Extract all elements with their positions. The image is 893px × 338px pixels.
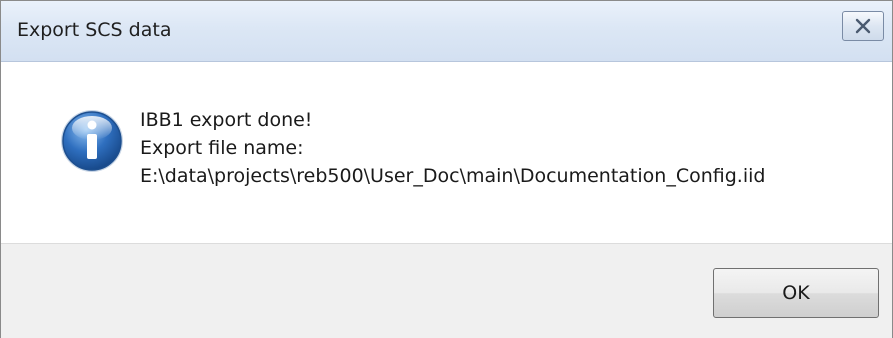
window-title: Export SCS data: [17, 19, 172, 41]
close-button[interactable]: [842, 11, 884, 41]
export-dialog: Export SCS data IBB1 export done! Export…: [0, 0, 893, 338]
ok-button[interactable]: OK: [713, 268, 879, 318]
info-icon: [59, 108, 125, 174]
message-line-label: Export file name:: [140, 137, 304, 159]
message-line-path: E:\data\projects\reb500\User_Doc\main\Do…: [140, 165, 766, 187]
message-line-status: IBB1 export done!: [140, 109, 313, 131]
close-icon: [854, 18, 872, 34]
message-area: IBB1 export done! Export file name: E:\d…: [1, 62, 892, 243]
button-bar: OK: [1, 243, 892, 338]
message-text: IBB1 export done! Export file name: E:\d…: [140, 106, 765, 190]
title-bar[interactable]: Export SCS data: [1, 1, 892, 62]
